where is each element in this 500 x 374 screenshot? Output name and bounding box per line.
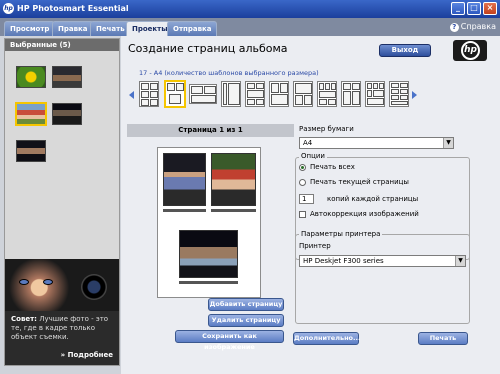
page-preview-area: Страница 1 из 1 xyxy=(127,124,294,306)
tab-print[interactable]: Печать xyxy=(90,21,131,36)
help-link[interactable]: ? Справка xyxy=(449,22,496,32)
page-title: Создание страниц альбома xyxy=(128,42,288,55)
layout-template[interactable] xyxy=(341,81,361,107)
autocorrect-checkbox[interactable] xyxy=(299,211,306,218)
page-photo[interactable] xyxy=(211,153,256,206)
copies-label: копий каждой страницы xyxy=(327,195,419,203)
maximize-button[interactable]: □ xyxy=(467,2,481,15)
tab-edit[interactable]: Правка xyxy=(52,21,94,36)
tab-bar: Просмотр Правка Печать Проекты Отправка … xyxy=(0,18,500,37)
printer-label: Принтер xyxy=(299,242,331,250)
print-button[interactable]: Печать xyxy=(418,332,468,345)
eye-graphic xyxy=(19,279,29,285)
photo-thumbnail[interactable] xyxy=(52,103,82,125)
photo-thumbnail[interactable] xyxy=(52,66,82,88)
options-title: Опции xyxy=(299,152,327,160)
scroll-right-arrow-icon[interactable] xyxy=(412,91,417,99)
eye-graphic xyxy=(43,279,53,285)
photo-caption-bar xyxy=(163,209,206,212)
paper-size-value: A4 xyxy=(303,139,313,147)
title-bar: hp HP Photosmart Essential _ □ × xyxy=(0,0,500,18)
photo-thumbnail[interactable] xyxy=(16,140,46,162)
photo-thumbnail-selected[interactable] xyxy=(15,102,47,126)
save-as-image-button[interactable]: Сохранить как изображение xyxy=(175,330,284,351)
selected-photos-panel: Выбранные (5) Совет: Лучшие фото - это т… xyxy=(4,38,120,366)
tip-text: Совет: Лучшие фото - это те, где в кадре… xyxy=(11,315,115,342)
page-photo[interactable] xyxy=(163,153,206,206)
layout-template[interactable] xyxy=(221,81,241,107)
paper-size-label: Размер бумаги xyxy=(299,125,354,133)
layout-template[interactable] xyxy=(365,81,385,107)
exit-button[interactable]: Выход xyxy=(379,44,431,57)
print-all-radio[interactable] xyxy=(299,164,306,171)
hp-logo: hp xyxy=(453,40,487,61)
layout-template[interactable] xyxy=(269,81,289,107)
photo-caption-bar xyxy=(211,209,256,212)
layout-template[interactable] xyxy=(245,81,265,107)
camera-lens-graphic xyxy=(81,274,107,300)
layout-template[interactable] xyxy=(139,81,159,107)
layout-template[interactable] xyxy=(189,84,217,104)
tip-photo xyxy=(5,259,119,311)
tip-panel: Совет: Лучшие фото - это те, где в кадре… xyxy=(5,259,119,365)
photo-caption-bar xyxy=(179,281,238,284)
printer-select[interactable]: HP Deskjet F300 series ▼ xyxy=(299,255,466,267)
paper-size-select[interactable]: A4 ▼ xyxy=(299,137,454,149)
copies-stepper[interactable]: 1 xyxy=(299,194,314,204)
add-page-button[interactable]: Добавить страницу xyxy=(208,298,284,311)
template-strip xyxy=(127,78,417,112)
scroll-left-arrow-icon[interactable] xyxy=(129,91,134,99)
advanced-button[interactable]: Дополнительно... xyxy=(293,332,360,345)
chevron-down-icon[interactable]: ▼ xyxy=(455,256,465,266)
question-icon: ? xyxy=(449,23,459,32)
page-photo[interactable] xyxy=(179,230,238,278)
copies-value: 1 xyxy=(302,195,307,203)
print-all-label: Печать всех xyxy=(310,163,355,171)
templates-info: 17 - A4 (количество шаблонов выбранного … xyxy=(139,69,319,77)
main-panel: Создание страниц альбома Выход hp 17 - A… xyxy=(121,36,500,374)
tip-title: Совет: xyxy=(11,315,37,323)
page-counter: Страница 1 из 1 xyxy=(127,124,294,137)
minimize-button[interactable]: _ xyxy=(451,2,465,15)
selected-photos-header: Выбранные (5) xyxy=(5,39,119,51)
help-label: Справка xyxy=(460,22,496,31)
tab-view[interactable]: Просмотр xyxy=(4,21,56,36)
layout-template-selected[interactable] xyxy=(164,80,186,108)
tab-send[interactable]: Отправка xyxy=(167,21,218,36)
window-title: HP Photosmart Essential xyxy=(17,4,129,13)
layout-template[interactable] xyxy=(317,81,337,107)
close-button[interactable]: × xyxy=(483,2,497,15)
album-page-preview[interactable] xyxy=(157,147,261,298)
printer-value: HP Deskjet F300 series xyxy=(303,257,384,265)
hp-app-icon: hp xyxy=(3,3,14,14)
layout-template[interactable] xyxy=(293,81,313,107)
print-current-radio[interactable] xyxy=(299,179,306,186)
autocorrect-label: Автокоррекция изображений xyxy=(310,210,419,218)
chevron-down-icon[interactable]: ▼ xyxy=(443,138,453,148)
more-link[interactable]: » Подробнее xyxy=(61,351,113,359)
delete-page-button[interactable]: Удалить страницу xyxy=(208,314,284,327)
photo-thumbnail[interactable] xyxy=(16,66,46,88)
layout-template[interactable] xyxy=(389,81,409,107)
print-current-label: Печать текущей страницы xyxy=(310,178,409,186)
printer-params-title: Параметры принтера xyxy=(299,230,383,238)
hp-logo-mark: hp xyxy=(461,41,480,60)
